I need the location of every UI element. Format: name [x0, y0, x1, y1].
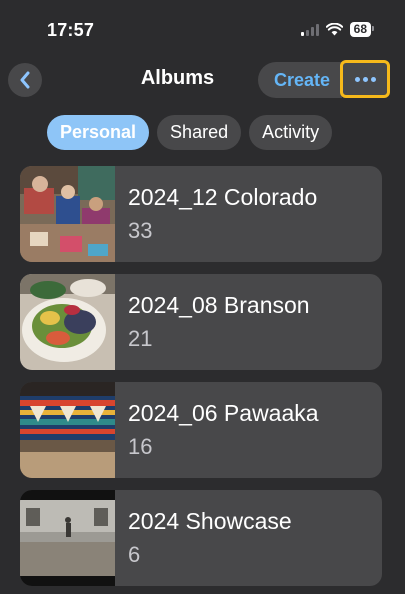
more-options-button[interactable] — [340, 60, 390, 98]
album-thumbnail — [20, 490, 115, 586]
album-photo-count: 33 — [128, 218, 153, 243]
album-row-branson[interactable]: 2024_08 Branson 21 — [20, 274, 382, 370]
album-photo-count: 21 — [128, 326, 153, 351]
album-row-showcase[interactable]: 2024 Showcase 6 — [20, 490, 382, 586]
album-thumbnail — [20, 274, 115, 370]
album-list: 2024_12 Colorado 33 2024_08 Branson 21 2… — [20, 166, 382, 594]
tab-shared[interactable]: Shared — [157, 115, 242, 150]
status-icons: 68 — [300, 22, 375, 37]
album-photo-count: 16 — [128, 434, 153, 459]
tab-activity[interactable]: Activity — [249, 115, 333, 150]
album-row-pawaaka[interactable]: 2024_06 Pawaaka 16 — [20, 382, 382, 478]
album-photo-count: 6 — [128, 542, 141, 567]
ellipsis-icon — [354, 76, 376, 82]
wifi-icon — [325, 23, 343, 36]
album-tabs: Personal Shared Activity — [47, 115, 333, 150]
album-name: 2024 Showcase — [128, 508, 292, 534]
status-time: 17:57 — [47, 20, 95, 40]
cellular-signal-icon — [300, 23, 319, 36]
album-name: 2024_08 Branson — [128, 292, 310, 318]
page-title-text: Albums — [140, 67, 215, 89]
album-name: 2024_12 Colorado — [128, 184, 318, 210]
navigation-bar: Albums Create — [0, 60, 405, 100]
album-row-colorado[interactable]: 2024_12 Colorado 33 — [20, 166, 382, 262]
create-button[interactable]: Create — [258, 62, 342, 98]
album-thumbnail — [20, 382, 115, 478]
battery-icon: 68 — [349, 22, 375, 37]
album-thumbnail — [20, 166, 115, 262]
tab-personal[interactable]: Personal — [47, 115, 150, 150]
status-bar: 17:57 68 — [0, 0, 405, 56]
album-name: 2024_06 Pawaaka — [128, 400, 319, 426]
